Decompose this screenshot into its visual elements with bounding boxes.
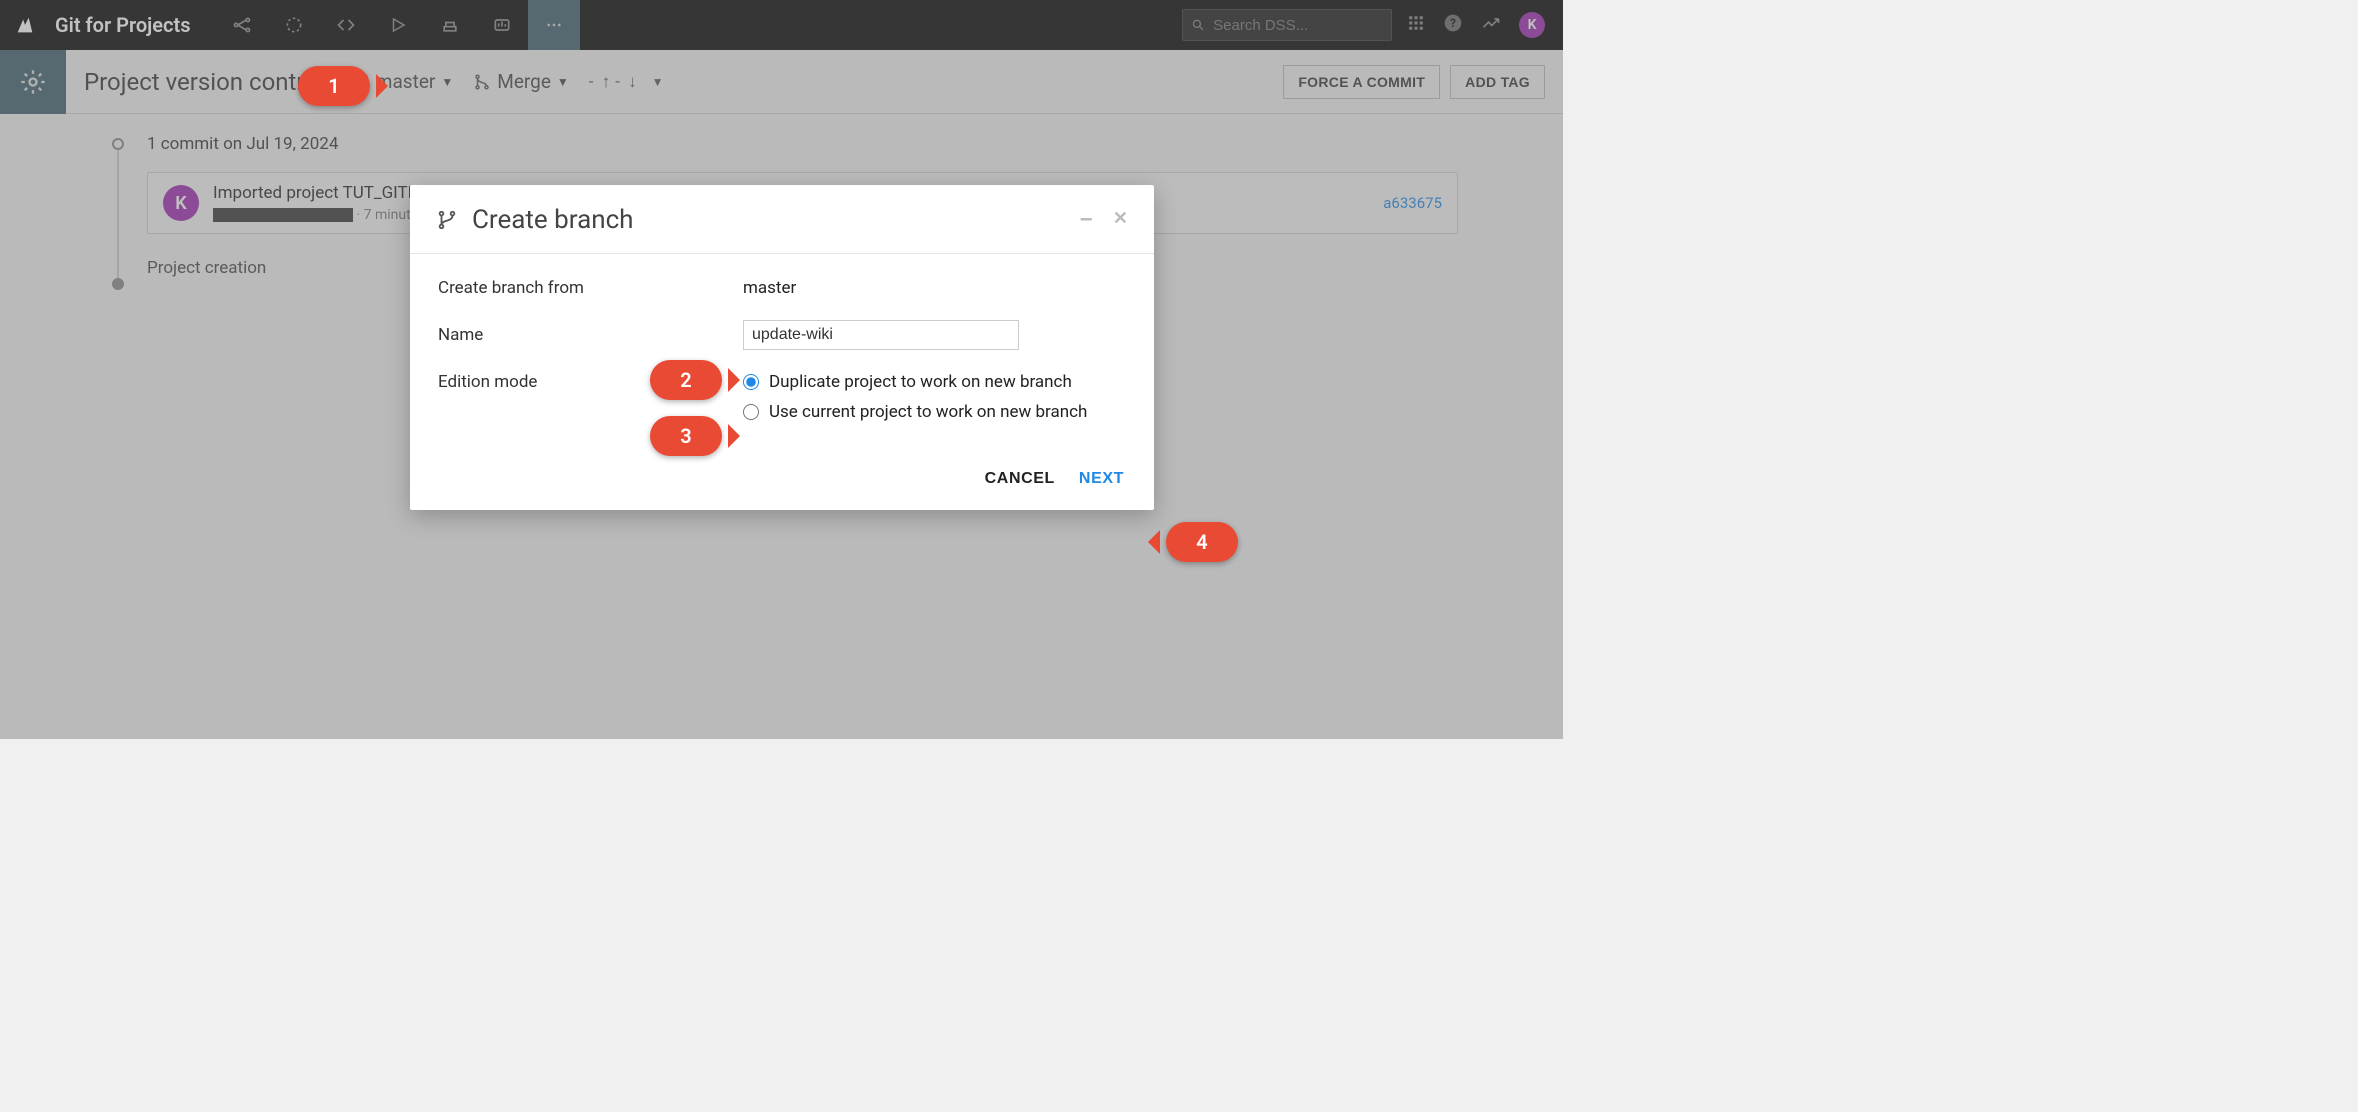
annotation-4: 4 — [1166, 522, 1238, 562]
modal-body: Create branch from master Name Edition m… — [410, 254, 1154, 452]
annotation-1: 1 — [298, 66, 370, 106]
next-button[interactable]: NEXT — [1079, 470, 1124, 488]
radio-duplicate-input[interactable] — [743, 374, 759, 390]
radio-current-input[interactable] — [743, 404, 759, 420]
form-row-edition: Edition mode Duplicate project to work o… — [438, 372, 1126, 422]
form-row-from: Create branch from master — [438, 278, 1126, 298]
close-icon[interactable]: ✕ — [1113, 208, 1128, 233]
branch-name-input[interactable] — [743, 320, 1019, 350]
annotation-2: 2 — [650, 360, 722, 400]
radio-duplicate[interactable]: Duplicate project to work on new branch — [743, 372, 1087, 392]
cancel-button[interactable]: CANCEL — [985, 470, 1055, 488]
radio-current[interactable]: Use current project to work on new branc… — [743, 402, 1087, 422]
radio-current-label: Use current project to work on new branc… — [769, 402, 1087, 422]
minimize-icon[interactable]: – — [1079, 208, 1093, 233]
create-branch-modal: Create branch – ✕ Create branch from mas… — [410, 185, 1154, 510]
modal-title: Create branch — [472, 205, 634, 235]
edition-mode-radio-group: Duplicate project to work on new branch … — [743, 372, 1087, 422]
modal-header: Create branch – ✕ — [410, 185, 1154, 254]
annotation-3: 3 — [650, 416, 722, 456]
form-row-name: Name — [438, 320, 1126, 350]
from-value: master — [743, 278, 796, 298]
modal-footer: CANCEL NEXT — [410, 452, 1154, 510]
name-label: Name — [438, 325, 743, 345]
from-label: Create branch from — [438, 278, 743, 298]
radio-duplicate-label: Duplicate project to work on new branch — [769, 372, 1072, 392]
branch-icon — [436, 209, 458, 231]
